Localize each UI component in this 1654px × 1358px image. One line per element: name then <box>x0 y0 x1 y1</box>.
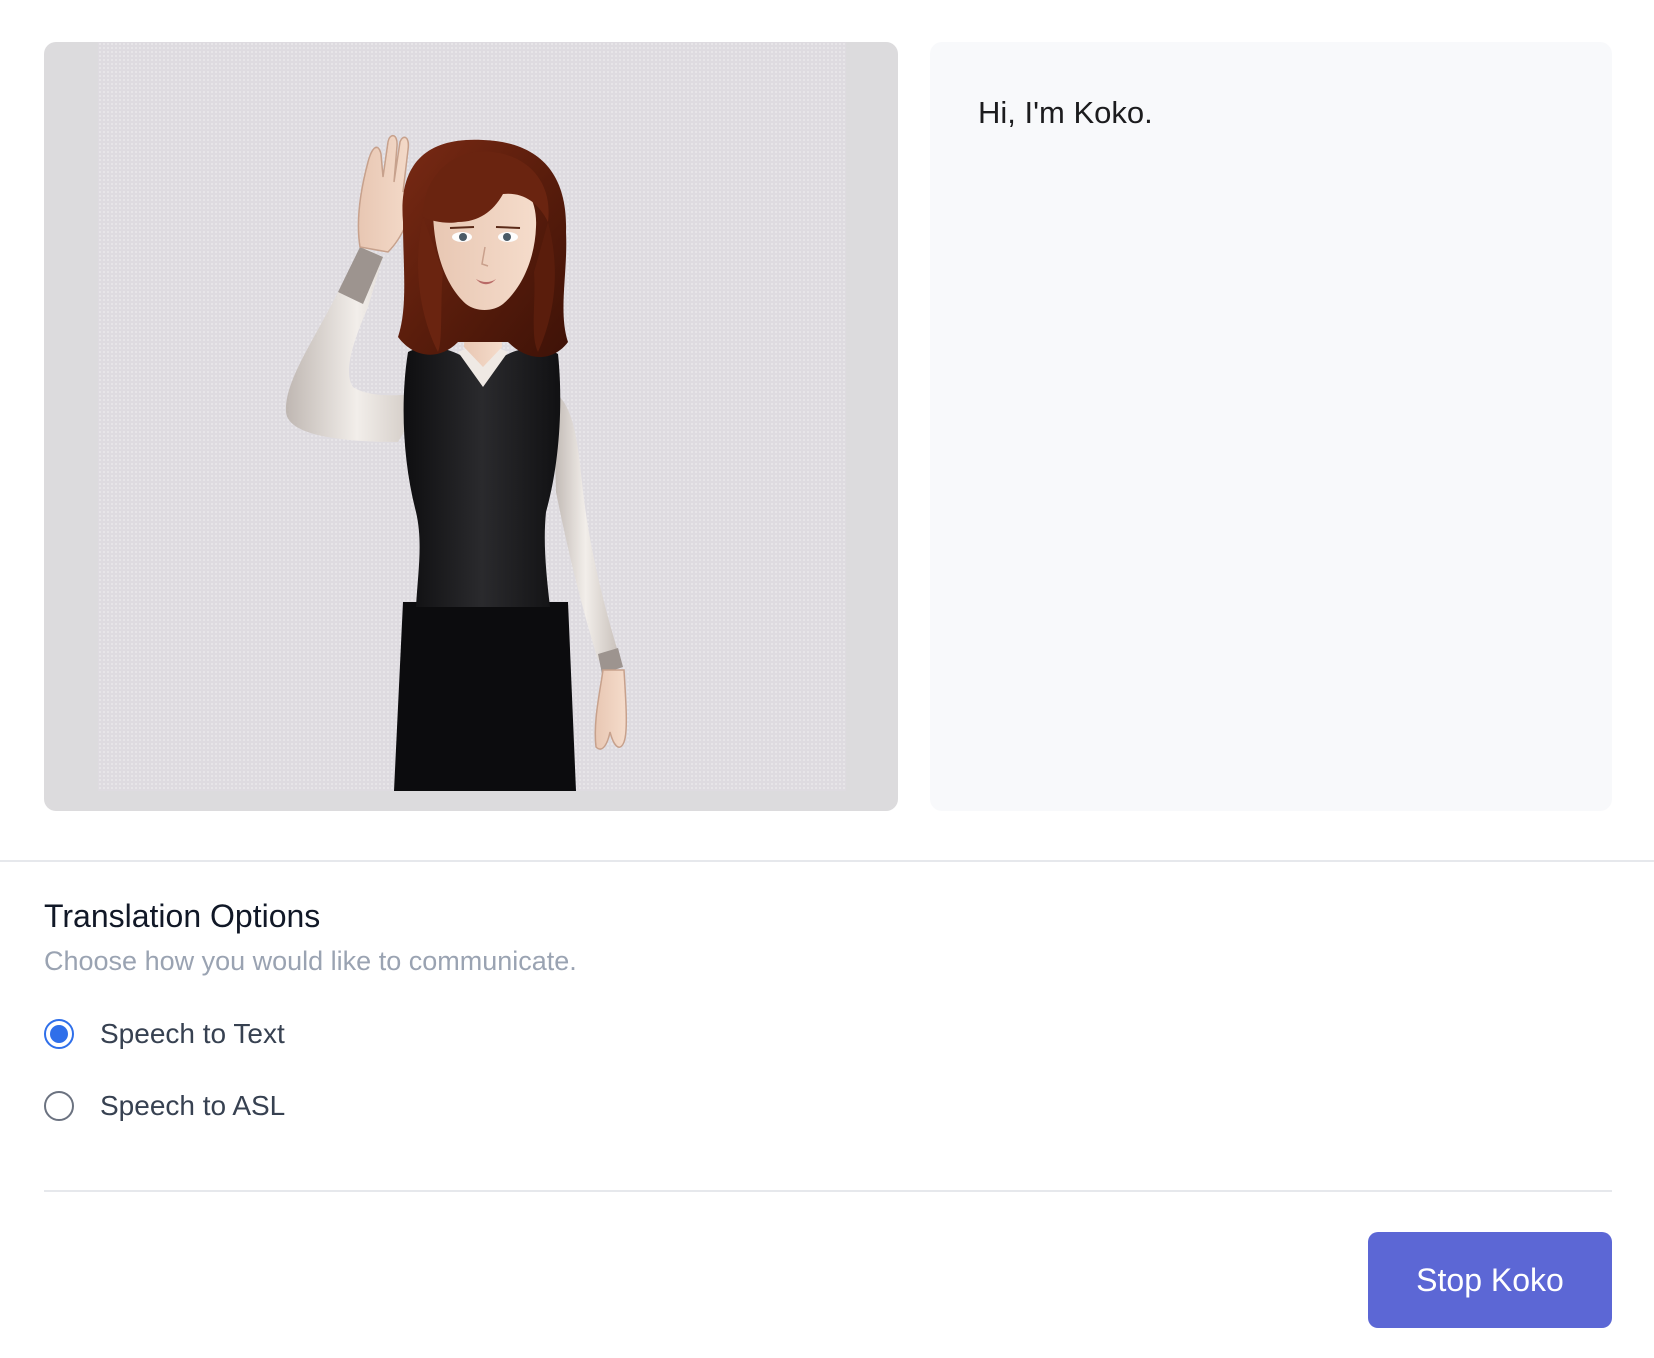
option-label-speech-to-text[interactable]: Speech to Text <box>100 1018 285 1050</box>
avatar-video <box>98 42 846 791</box>
radio-speech-to-text[interactable] <box>44 1019 74 1049</box>
signing-avatar-illustration <box>285 134 628 791</box>
option-label-speech-to-asl[interactable]: Speech to ASL <box>100 1090 285 1122</box>
radio-speech-to-asl[interactable] <box>44 1091 74 1121</box>
app-page: Hi, I'm Koko. Translation Options Choose… <box>0 0 1654 1358</box>
option-speech-to-text[interactable]: Speech to Text <box>44 1017 285 1051</box>
radio-selected-dot <box>50 1025 68 1043</box>
stop-koko-button[interactable]: Stop Koko <box>1368 1232 1612 1328</box>
section-title: Translation Options <box>44 898 321 934</box>
footer-divider <box>44 1190 1612 1192</box>
option-speech-to-asl[interactable]: Speech to ASL <box>44 1089 285 1123</box>
transcript-panel: Hi, I'm Koko. <box>930 42 1612 811</box>
avatar-panel <box>44 42 898 811</box>
section-subtitle: Choose how you would like to communicate… <box>44 946 577 976</box>
section-divider <box>0 860 1654 862</box>
transcript-text: Hi, I'm Koko. <box>978 95 1153 130</box>
